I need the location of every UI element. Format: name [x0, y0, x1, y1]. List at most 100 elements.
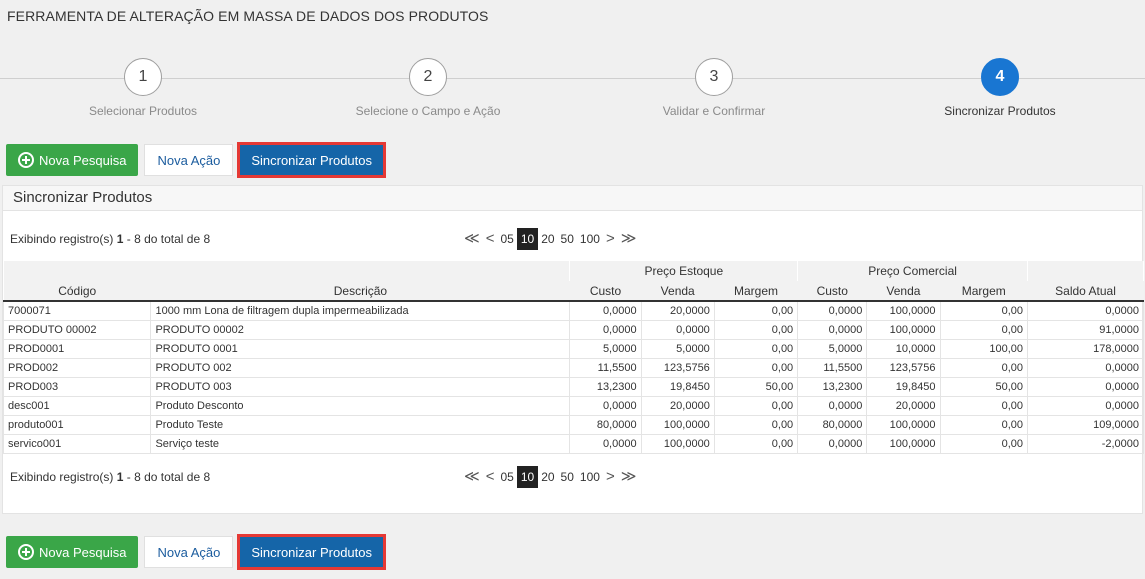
page-size-100[interactable]: 100	[577, 466, 603, 488]
first-page-icon[interactable]: ≪	[461, 466, 483, 488]
table-cell: produto001	[2, 414, 152, 435]
table-cell: 100,0000	[866, 414, 941, 435]
table-cell: 0,00	[713, 319, 799, 340]
table-row[interactable]: PROD002 PRODUTO 002 11,5500 123,5756 0,00 11,…	[2, 357, 1144, 378]
table-cell: 0,00	[939, 357, 1029, 378]
step-2[interactable]: 2 Selecione o Campo e Ação	[308, 58, 548, 118]
table-row[interactable]: 7000071 1000 mm Lona de filtragem dupla i…	[2, 300, 1144, 321]
table-cell: 5,0000	[640, 338, 715, 359]
table-cell: 19,8450	[866, 376, 941, 397]
table-cell: 100,0000	[866, 433, 941, 454]
col-commercial-margin[interactable]: Margem	[940, 281, 1028, 302]
table-cell: 0,0000	[569, 319, 642, 340]
sync-products-button[interactable]: Sincronizar Produtos	[237, 534, 386, 570]
table-row[interactable]: PRODUTO 00002 PRODUTO 00002 0,0000 0,0000 0,…	[2, 319, 1144, 340]
col-balance[interactable]: Saldo Atual	[1027, 281, 1144, 302]
table-cell: 80,0000	[797, 414, 868, 435]
table-row[interactable]: servico001 Serviço teste 0,0000 100,0000 0,0…	[2, 433, 1144, 454]
table-cell: 11,5500	[797, 357, 868, 378]
table-cell: 0,00	[713, 300, 799, 321]
table-cell: 0,0000	[569, 395, 642, 416]
step-4[interactable]: 4 Sincronizar Produtos	[880, 58, 1120, 118]
page-title: FERRAMENTA DE ALTERAÇÃO EM MASSA DE DADO…	[7, 8, 489, 24]
col-commercial-sale[interactable]: Venda	[866, 281, 941, 302]
table-cell: 19,8450	[640, 376, 715, 397]
col-commercial-cost[interactable]: Custo	[797, 281, 867, 302]
table-cell: 80,0000	[569, 414, 642, 435]
table-cell: 13,2300	[569, 376, 642, 397]
new-search-button[interactable]: Nova Pesquisa	[6, 144, 139, 176]
table-row[interactable]: PROD0001 PRODUTO 0001 5,0000 5,0000 0,00 5,00…	[2, 338, 1144, 359]
page-size-05[interactable]: 05	[497, 228, 516, 250]
table-cell: 0,0000	[569, 300, 642, 321]
next-page-icon[interactable]: >	[603, 228, 618, 250]
bottom-toolbar: Nova Pesquisa Nova Ação Sincronizar Prod…	[6, 534, 386, 570]
header-group-empty	[3, 261, 571, 281]
new-search-button[interactable]: Nova Pesquisa	[6, 536, 139, 568]
prev-page-icon[interactable]: <	[483, 228, 498, 250]
table-cell: 0,00	[713, 395, 799, 416]
pager-info-prefix-bottom: Exibindo registro(s)	[10, 470, 117, 484]
table-cell: 0,0000	[797, 395, 868, 416]
table-cell: 10,0000	[866, 338, 941, 359]
step-1[interactable]: 1 Selecionar Produtos	[23, 58, 263, 118]
top-toolbar: Nova Pesquisa Nova Ação Sincronizar Prod…	[6, 142, 386, 178]
table-cell: 20,0000	[866, 395, 941, 416]
first-page-icon[interactable]: ≪	[461, 228, 483, 250]
new-action-button[interactable]: Nova Ação	[144, 536, 234, 568]
col-description[interactable]: Descrição	[150, 281, 570, 302]
table-cell: 0,0000	[797, 433, 868, 454]
table-cell: 100,00	[939, 338, 1029, 359]
table-cell: Produto Teste	[150, 414, 571, 435]
table-cell: 20,0000	[640, 300, 715, 321]
table-cell: PROD0001	[2, 338, 152, 359]
col-stock-sale[interactable]: Venda	[641, 281, 715, 302]
step-4-label: Sincronizar Produtos	[944, 104, 1056, 118]
sync-products-button[interactable]: Sincronizar Produtos	[237, 142, 386, 178]
next-page-icon[interactable]: >	[603, 466, 618, 488]
header-group-commercial: Preço Comercial	[797, 261, 1028, 281]
last-page-icon[interactable]: ≫	[618, 466, 640, 488]
table-cell: servico001	[2, 433, 152, 454]
step-4-circle: 4	[981, 58, 1019, 96]
table-cell: 7000071	[2, 300, 152, 321]
page-size-100[interactable]: 100	[577, 228, 603, 250]
page-size-20[interactable]: 20	[538, 228, 557, 250]
step-2-label: Selecione o Campo e Ação	[355, 104, 501, 118]
table-cell: 0,00	[939, 319, 1029, 340]
table-cell: 0,0000	[640, 319, 715, 340]
table-cell: 0,0000	[797, 300, 868, 321]
page-size-10[interactable]: 10	[516, 228, 539, 250]
col-stock-margin[interactable]: Margem	[714, 281, 798, 302]
page-size-05[interactable]: 05	[497, 466, 516, 488]
prev-page-icon[interactable]: <	[483, 466, 498, 488]
pager-info: Exibindo registro(s) 1 - 8 do total de 8	[10, 232, 210, 246]
page-size-50[interactable]: 50	[558, 228, 577, 250]
table-cell: 100,0000	[640, 433, 715, 454]
page-size-20[interactable]: 20	[538, 466, 557, 488]
products-table: Preço Estoque Preço Comercial Código Des…	[2, 261, 1144, 454]
table-cell: 0,0000	[1027, 376, 1144, 397]
new-action-button[interactable]: Nova Ação	[144, 144, 234, 176]
sync-panel: Sincronizar Produtos Exibindo registro(s…	[2, 185, 1144, 514]
table-row[interactable]: produto001 Produto Teste 80,0000 100,0000 0,…	[2, 414, 1144, 435]
pager-info-bottom: Exibindo registro(s) 1 - 8 do total de 8	[10, 470, 210, 484]
table-cell: 178,0000	[1027, 338, 1144, 359]
table-row[interactable]: desc001 Produto Desconto 0,0000 20,0000 0,00…	[2, 395, 1144, 416]
col-stock-cost[interactable]: Custo	[569, 281, 642, 302]
step-3-circle: 3	[695, 58, 733, 96]
page-size-10[interactable]: 10	[516, 466, 539, 488]
table-cell: Serviço teste	[150, 433, 571, 454]
page-size-50[interactable]: 50	[558, 466, 577, 488]
last-page-icon[interactable]: ≫	[618, 228, 640, 250]
table-cell: 0,0000	[1027, 357, 1144, 378]
col-code[interactable]: Código	[3, 281, 151, 302]
table-cell: 0,0000	[569, 433, 642, 454]
table-cell: desc001	[2, 395, 152, 416]
table-cell: 100,0000	[640, 414, 715, 435]
table-cell: 1000 mm Lona de filtragem dupla impermea…	[150, 300, 571, 321]
table-cell: 13,2300	[797, 376, 868, 397]
table-row[interactable]: PROD003 PRODUTO 003 13,2300 19,8450 50,00 13,…	[2, 376, 1144, 397]
table-cell: 20,0000	[640, 395, 715, 416]
step-3[interactable]: 3 Validar e Confirmar	[594, 58, 834, 118]
